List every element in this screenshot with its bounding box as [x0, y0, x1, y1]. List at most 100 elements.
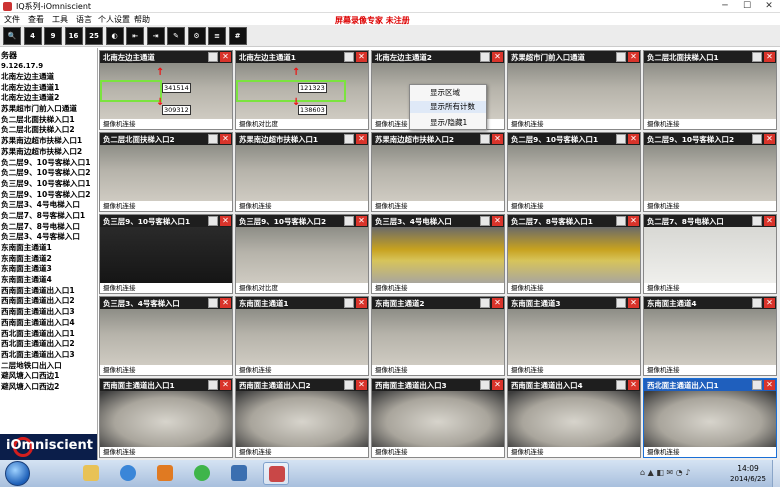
maximize-tile-icon[interactable]	[616, 298, 626, 308]
minimize-button[interactable]: ─	[714, 0, 736, 13]
close-tile-icon[interactable]: ✕	[356, 380, 367, 390]
maximize-tile-icon[interactable]	[752, 216, 762, 226]
camera-title-bar[interactable]: 苏果南边超市扶梯入口1 ✕	[236, 133, 368, 145]
tree-item[interactable]: 负二层7、8号客梯入口1	[0, 211, 97, 222]
system-tray[interactable]: ⌂ ▲ ◧ ✉ ◔ ♪	[640, 468, 722, 478]
close-tile-icon[interactable]: ✕	[356, 52, 367, 62]
camera-tile[interactable]: 负二层7、8号电梯入口 ✕ 摄像机连接	[643, 214, 777, 294]
tree-item[interactable]: 避风塘入口西边2	[0, 382, 97, 393]
menu-file[interactable]: 文件	[4, 14, 20, 25]
camera-title-bar[interactable]: 东南面主通道4 ✕	[644, 297, 776, 309]
close-tile-icon[interactable]: ✕	[492, 298, 503, 308]
camera-title-bar[interactable]: 西南面主通道出入口3 ✕	[372, 379, 504, 391]
camera-title-bar[interactable]: 西南面主通道出入口4 ✕	[508, 379, 640, 391]
ctx-toggle-display[interactable]: 显示/隐藏1	[410, 117, 486, 129]
camera-title-bar[interactable]: 负三层9、10号客梯入口2 ✕	[236, 215, 368, 227]
camera-title-bar[interactable]: 负二层7、8号电梯入口 ✕	[644, 215, 776, 227]
tree-item[interactable]: 负三层9、10号客梯入口1	[0, 179, 97, 190]
camera-title-bar[interactable]: 西南面主通道出入口2 ✕	[236, 379, 368, 391]
layout-4-button[interactable]: 4	[23, 27, 42, 45]
camera-title-bar[interactable]: 负三层3、4号客梯入口 ✕	[100, 297, 232, 309]
camera-title-bar[interactable]: 负二层9、10号客梯入口1 ✕	[508, 133, 640, 145]
close-tile-icon[interactable]: ✕	[764, 52, 775, 62]
camera-title-bar[interactable]: 苏果超市门前入口通道 ✕	[508, 51, 640, 63]
camera-title-bar[interactable]: 东南面主通道1 ✕	[236, 297, 368, 309]
camera-tile[interactable]: 负三层3、4号电梯入口 ✕ 摄像机连接	[371, 214, 505, 294]
camera-video-feed[interactable]	[100, 227, 232, 283]
maximize-tile-icon[interactable]	[344, 298, 354, 308]
close-tile-icon[interactable]: ✕	[628, 216, 639, 226]
close-tile-icon[interactable]: ✕	[220, 52, 231, 62]
tree-item[interactable]: 负二层9、10号客梯入口2	[0, 168, 97, 179]
camera-video-feed[interactable]	[100, 145, 232, 201]
camera-video-feed[interactable]	[236, 391, 368, 447]
camera-video-feed[interactable]	[372, 227, 504, 283]
close-tile-icon[interactable]: ✕	[220, 134, 231, 144]
detection-zone[interactable]	[100, 80, 162, 102]
camera-video-feed[interactable]	[644, 145, 776, 201]
tree-item[interactable]: 西南面主通道出入口2	[0, 296, 97, 307]
camera-video-feed[interactable]	[644, 63, 776, 119]
camera-title-bar[interactable]: 苏果南边超市扶梯入口2 ✕	[372, 133, 504, 145]
camera-title-bar[interactable]: 负二层北面扶梯入口2 ✕	[100, 133, 232, 145]
tree-item[interactable]: 西南面主通道出入口4	[0, 318, 97, 329]
camera-video-feed[interactable]	[508, 391, 640, 447]
close-tile-icon[interactable]: ✕	[492, 380, 503, 390]
camera-tile[interactable]: 负二层7、8号客梯入口1 ✕ 摄像机连接	[507, 214, 641, 294]
close-tile-icon[interactable]: ✕	[492, 52, 503, 62]
tree-item[interactable]: 北南左边主通道1	[0, 83, 97, 94]
menu-settings[interactable]: 个人设置	[98, 14, 130, 25]
camera-title-bar[interactable]: 西南面主通道出入口1 ✕	[100, 379, 232, 391]
maximize-tile-icon[interactable]	[752, 380, 762, 390]
camera-tile[interactable]: 负二层北面扶梯入口1 ✕ 摄像机连接	[643, 50, 777, 130]
camera-tile[interactable]: 西南面主通道出入口2 ✕ 摄像机连接	[235, 378, 369, 458]
camera-tile[interactable]: 东南面主通道2 ✕ 摄像机连接	[371, 296, 505, 376]
close-tile-icon[interactable]: ✕	[764, 134, 775, 144]
camera-video-feed[interactable]	[644, 227, 776, 283]
camera-title-bar[interactable]: 负三层9、10号客梯入口1 ✕	[100, 215, 232, 227]
maximize-tile-icon[interactable]	[344, 134, 354, 144]
tree-item[interactable]: 西北面主通道出入口2	[0, 339, 97, 350]
camera-video-feed[interactable]	[644, 391, 776, 447]
menu-language[interactable]: 语言	[76, 14, 92, 25]
camera-video-feed[interactable]: ↑ ↓ 341514 309312	[100, 63, 232, 119]
camera-tile[interactable]: 北南左边主通道1 ✕ ↑ ↓ 121323 138603 摄像机对比度	[235, 50, 369, 130]
camera-video-feed[interactable]	[508, 227, 640, 283]
tree-item[interactable]: 北南左边主通道	[0, 72, 97, 83]
clock-time[interactable]: 14:09	[726, 464, 770, 473]
taskbar-ie[interactable]	[115, 462, 141, 485]
camera-tile[interactable]: 负二层9、10号客梯入口2 ✕ 摄像机连接	[643, 132, 777, 212]
menu-help[interactable]: 帮助	[134, 14, 150, 25]
tree-item[interactable]: 苏果南边超市扶梯入口1	[0, 136, 97, 147]
camera-title-bar[interactable]: 负三层3、4号电梯入口 ✕	[372, 215, 504, 227]
maximize-tile-icon[interactable]	[480, 298, 490, 308]
maximize-tile-icon[interactable]	[208, 298, 218, 308]
maximize-tile-icon[interactable]	[616, 380, 626, 390]
camera-title-bar[interactable]: 负二层7、8号客梯入口1 ✕	[508, 215, 640, 227]
menu-tools[interactable]: 工具	[52, 14, 68, 25]
tree-item[interactable]: 西北面主通道出入口1	[0, 329, 97, 340]
ctx-show-zone[interactable]: 显示区域	[410, 87, 486, 99]
next-page-button[interactable]: ⇥	[146, 27, 165, 45]
maximize-tile-icon[interactable]	[752, 52, 762, 62]
camera-title-bar[interactable]: 北南左边主通道1 ✕	[236, 51, 368, 63]
taskbar-folder[interactable]	[78, 462, 104, 485]
close-tile-icon[interactable]: ✕	[628, 134, 639, 144]
layout-25-button[interactable]: 25	[85, 27, 103, 45]
maximize-tile-icon[interactable]	[480, 134, 490, 144]
maximize-button[interactable]: ☐	[736, 0, 758, 13]
camera-tile[interactable]: 负三层9、10号客梯入口2 ✕ 摄像机对比度	[235, 214, 369, 294]
tree-item[interactable]: 西北面主通道出入口3	[0, 350, 97, 361]
tree-item[interactable]: 东南面主通道3	[0, 264, 97, 275]
close-tile-icon[interactable]: ✕	[356, 134, 367, 144]
camera-tile[interactable]: 东南面主通道1 ✕ 摄像机连接	[235, 296, 369, 376]
camera-tile[interactable]: 西北面主通道出入口1 ✕ 摄像机连接	[643, 378, 777, 458]
globe-button[interactable]: ◐	[105, 27, 124, 45]
camera-title-bar[interactable]: 负二层北面扶梯入口1 ✕	[644, 51, 776, 63]
tree-item[interactable]: 东南面主通道2	[0, 254, 97, 265]
close-tile-icon[interactable]: ✕	[764, 298, 775, 308]
maximize-tile-icon[interactable]	[344, 52, 354, 62]
maximize-tile-icon[interactable]	[616, 134, 626, 144]
detection-zone[interactable]	[236, 80, 346, 102]
camera-video-feed[interactable]	[372, 391, 504, 447]
